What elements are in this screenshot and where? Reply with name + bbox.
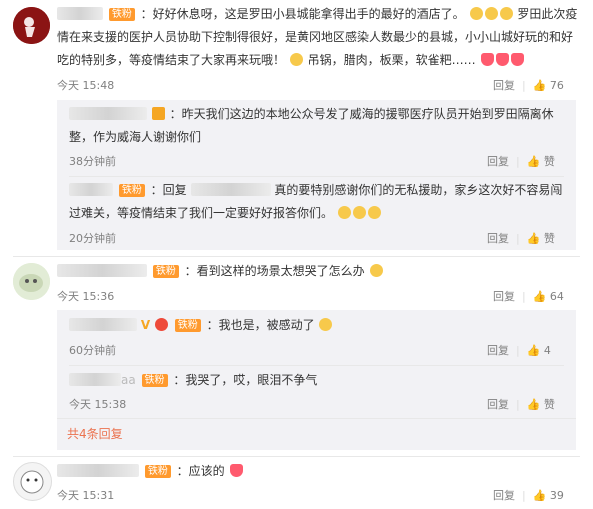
avatar-image — [13, 263, 50, 300]
username[interactable] — [69, 318, 137, 331]
reply-text: ：昨天我们这边的本地公众号发了威海的援鄂医疗队员开始到罗田隔离休 — [169, 107, 554, 121]
level-badge-icon — [154, 318, 168, 331]
iron-fan-badge: 铁粉 — [174, 319, 201, 332]
thumbs-up-icon[interactable]: 👍 — [527, 232, 541, 245]
like-count: 4 — [543, 344, 551, 357]
reply-text: 过难关，等疫情结束了我们一定要好好报答你们。 — [69, 206, 334, 220]
comment-text: ：看到这样的场景太想哭了怎么办 — [184, 264, 365, 278]
grin-emoji — [352, 206, 366, 219]
thumbs-up-icon[interactable]: 👍 — [533, 489, 547, 502]
comment-text: 情在来支援的医护人员协助下控制得很好，是黄冈地区感染人数最少的县城，小小山城好玩… — [57, 30, 574, 44]
comment-text: 罗田此次疫 — [517, 7, 578, 21]
timestamp: 20分钟前 — [69, 232, 116, 245]
crying-face-emoji — [319, 318, 333, 331]
heart-eyes-emoji — [510, 53, 524, 66]
reply-text: 整，作为威海人谢谢你们 — [69, 130, 202, 144]
like-label[interactable]: 赞 — [544, 232, 555, 245]
timestamp: 38分钟前 — [69, 155, 116, 168]
reply-text: ：回复 — [150, 183, 187, 197]
like-count: 39 — [549, 489, 564, 502]
heart-eyes-emoji — [495, 53, 509, 66]
sad-face-emoji — [369, 264, 383, 277]
avatar[interactable] — [13, 263, 50, 300]
v-verified-icon — [151, 107, 165, 120]
comment-text: ：好好休息呀，这是罗田小县城能拿得出手的最好的酒店了。 — [140, 7, 465, 21]
v-verified-icon: V — [140, 318, 151, 332]
avatar[interactable] — [13, 7, 50, 44]
thumbs-up-icon[interactable]: 👍 — [527, 398, 541, 411]
like-count: 64 — [549, 290, 564, 303]
reply-panel: V 铁粉 ：我也是，被感动了 60分钟前 回复 | 👍 4 aa 铁粉 ：我哭了，哎… — [57, 310, 576, 450]
reply-link[interactable]: 回复 — [487, 155, 509, 168]
like-label[interactable]: 赞 — [544, 398, 555, 411]
timestamp: 今天 15:31 — [57, 489, 115, 502]
username[interactable] — [69, 373, 121, 386]
thumbs-up-icon[interactable]: 👍 — [533, 79, 547, 92]
username-suffix[interactable]: aa — [121, 373, 136, 387]
thumbs-up-icon[interactable]: 👍 — [533, 290, 547, 303]
comment-text: 吃的特别多，等疫情结束了大家再来玩哦！ — [57, 53, 286, 67]
comment-text: 吊锅，腊肉，板栗，软雀粑…… — [307, 53, 476, 67]
divider — [13, 456, 580, 457]
heart-emoji — [229, 464, 243, 477]
grin-emoji — [469, 7, 483, 20]
reply-link[interactable]: 回复 — [487, 398, 509, 411]
avatar-image — [13, 7, 50, 44]
timestamp: 60分钟前 — [69, 344, 116, 357]
scream-emoji — [289, 53, 303, 66]
divider — [57, 418, 576, 419]
view-more-replies-link[interactable]: 共4条回复 — [67, 426, 123, 443]
username[interactable] — [69, 107, 147, 120]
timestamp: 今天 15:48 — [57, 79, 115, 92]
grin-emoji — [499, 7, 513, 20]
reply-link[interactable]: 回复 — [487, 232, 509, 245]
reply-link[interactable]: 回复 — [493, 290, 515, 303]
reply-link[interactable]: 回复 — [493, 489, 515, 502]
timestamp: 今天 15:36 — [57, 290, 115, 303]
thumbs-up-icon[interactable]: 👍 — [527, 155, 541, 168]
reply-text: 真的要特别感谢你们的无私援助，家乡这次好不容易闯 — [274, 183, 563, 197]
username[interactable] — [57, 464, 139, 477]
iron-fan-badge: 铁粉 — [152, 265, 179, 278]
grin-emoji — [484, 7, 498, 20]
reply-link[interactable]: 回复 — [487, 344, 509, 357]
divider — [13, 256, 580, 257]
like-count: 76 — [549, 79, 564, 92]
grin-emoji — [367, 206, 381, 219]
avatar[interactable] — [13, 462, 52, 501]
like-label[interactable]: 赞 — [544, 155, 555, 168]
username[interactable] — [57, 264, 147, 277]
timestamp: 今天 15:38 — [69, 398, 127, 411]
iron-fan-badge: 铁粉 — [108, 8, 135, 21]
comment-text: ：应该的 — [176, 464, 225, 478]
mentioned-username[interactable] — [190, 183, 271, 196]
iron-fan-badge: 铁粉 — [144, 465, 171, 478]
reply-panel: ：昨天我们这边的本地公众号发了威海的援鄂医疗队员开始到罗田隔离休 整，作为威海人… — [57, 100, 576, 250]
heart-eyes-emoji — [480, 53, 494, 66]
iron-fan-badge: 铁粉 — [118, 184, 145, 197]
reply-text: ：我也是，被感动了 — [206, 318, 315, 332]
iron-fan-badge: 铁粉 — [141, 374, 168, 387]
reply-link[interactable]: 回复 — [493, 79, 515, 92]
divider — [69, 365, 564, 366]
avatar-image — [20, 470, 44, 494]
username[interactable] — [69, 183, 113, 196]
reply-text: ：我哭了，哎，眼泪不争气 — [173, 373, 318, 387]
username[interactable] — [57, 7, 103, 20]
thumbs-up-icon[interactable]: 👍 — [527, 344, 541, 357]
divider — [69, 176, 564, 177]
grin-emoji — [337, 206, 351, 219]
